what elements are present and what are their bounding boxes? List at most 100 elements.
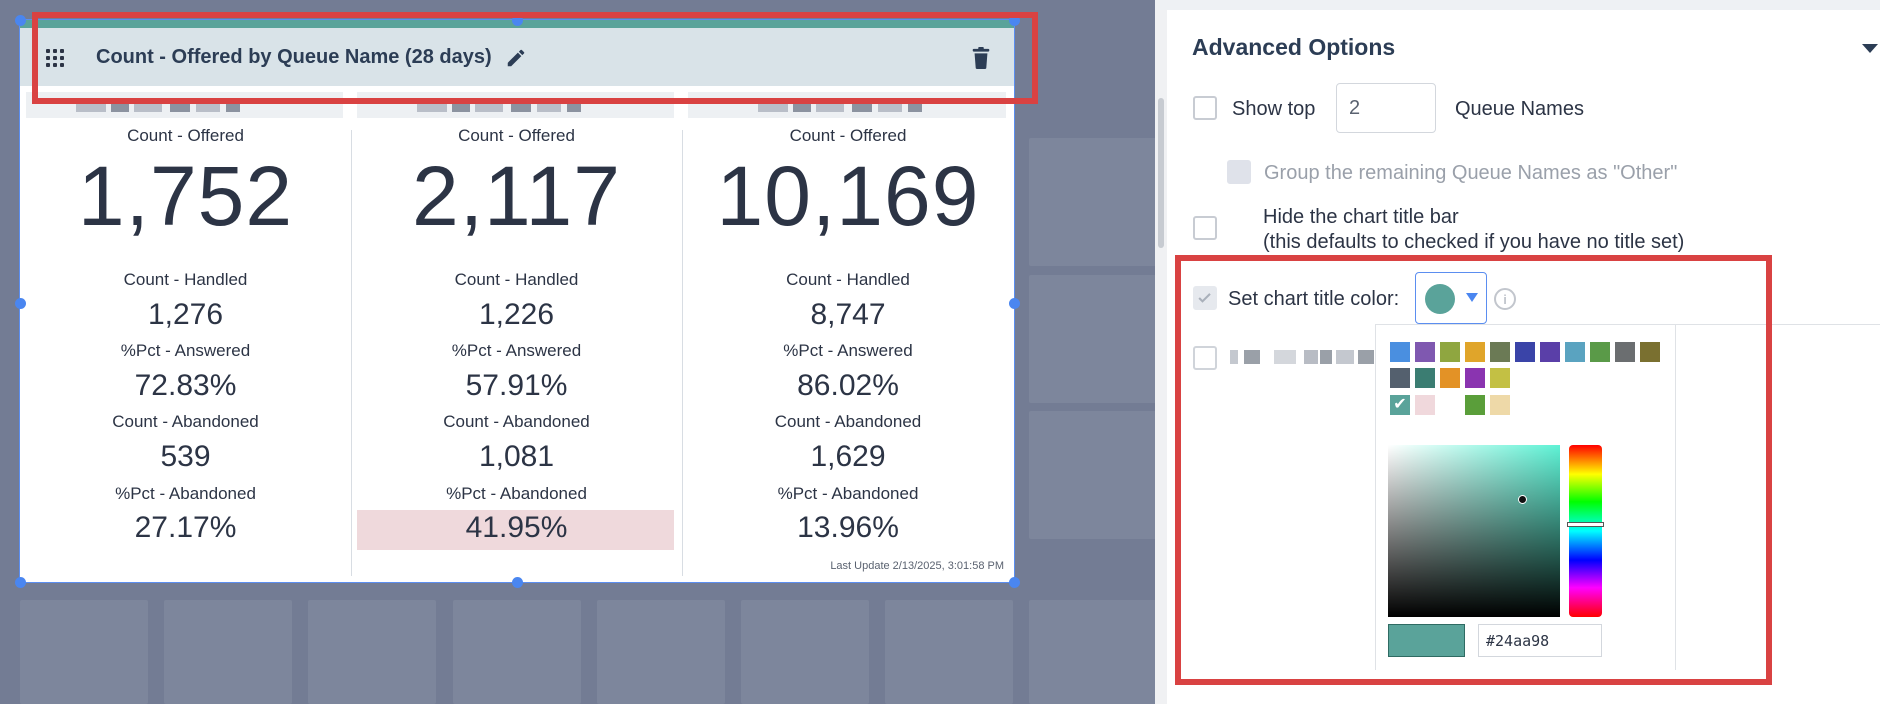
palette-swatch[interactable] bbox=[1465, 342, 1485, 362]
palette-swatch[interactable] bbox=[1490, 342, 1510, 362]
resize-handle[interactable] bbox=[1009, 15, 1020, 26]
pencil-icon[interactable] bbox=[505, 47, 527, 69]
metric-value: 1,226 bbox=[478, 298, 555, 331]
last-update-text: Last Update 2/13/2025, 3:01:58 PM bbox=[830, 560, 1004, 572]
metric-label: Count - Offered bbox=[458, 126, 575, 145]
metric-label: Count - Abandoned bbox=[443, 412, 590, 431]
widget-title-bar[interactable]: Count - Offered by Queue Name (28 days) bbox=[20, 28, 1014, 86]
resize-handle[interactable] bbox=[512, 577, 523, 588]
palette-swatch[interactable] bbox=[1490, 395, 1510, 415]
metric-value: 57.91% bbox=[465, 369, 568, 402]
queue-column: Count - Offered 2,117 Count - Handled 1,226… bbox=[351, 86, 682, 556]
hide-title-checkbox[interactable] bbox=[1193, 216, 1217, 240]
palette-swatch[interactable] bbox=[1390, 342, 1410, 362]
hide-title-note: (this defaults to checked if you have no… bbox=[1263, 231, 1685, 253]
palette-swatch[interactable] bbox=[1590, 342, 1610, 362]
panel-scrollbar[interactable] bbox=[1155, 10, 1167, 704]
queue-column: Count - Offered 10,169 Count - Handled 8,74… bbox=[682, 86, 1014, 556]
show-top-suffix: Queue Names bbox=[1455, 98, 1584, 120]
metric-big-value: 10,169 bbox=[716, 149, 980, 243]
panel-top-strip bbox=[1155, 0, 1880, 10]
grid-cell bbox=[308, 600, 436, 704]
queue-name-header bbox=[357, 92, 674, 118]
grid-cell bbox=[1029, 600, 1155, 704]
metric-big-value: 2,117 bbox=[412, 149, 621, 243]
metric-label: %Pct - Answered bbox=[783, 341, 913, 360]
info-icon[interactable]: i bbox=[1494, 288, 1516, 310]
palette-swatch[interactable] bbox=[1490, 368, 1510, 388]
metric-label: Count - Handled bbox=[454, 270, 579, 289]
saturation-value-area[interactable] bbox=[1388, 445, 1560, 617]
palette-swatch[interactable] bbox=[1515, 342, 1535, 362]
caret-down-icon bbox=[1466, 293, 1478, 302]
resize-handle[interactable] bbox=[512, 15, 523, 26]
hex-color-input[interactable] bbox=[1478, 624, 1602, 657]
section-title: Advanced Options bbox=[1192, 34, 1396, 60]
metric-value: 41.95% bbox=[465, 511, 568, 544]
resize-handle[interactable] bbox=[15, 577, 26, 588]
saturation-value-handle[interactable] bbox=[1518, 495, 1527, 504]
column-divider bbox=[351, 130, 352, 576]
grid-cell bbox=[20, 600, 148, 704]
grid-cell bbox=[741, 600, 869, 704]
palette-swatch-selected[interactable]: ✔ bbox=[1390, 395, 1410, 415]
drag-handle-icon[interactable] bbox=[46, 49, 64, 67]
palette-swatch[interactable] bbox=[1615, 342, 1635, 362]
color-dropdown-button[interactable] bbox=[1415, 272, 1487, 324]
resize-handle[interactable] bbox=[15, 15, 26, 26]
metric-value: 1,081 bbox=[478, 440, 555, 473]
selected-color-swatch bbox=[1425, 284, 1455, 314]
grid-cell bbox=[164, 600, 292, 704]
metric-label: %Pct - Answered bbox=[120, 341, 251, 360]
hue-slider-handle[interactable] bbox=[1567, 522, 1604, 527]
palette-swatch[interactable] bbox=[1390, 368, 1410, 388]
hue-slider[interactable] bbox=[1569, 445, 1602, 617]
metric-big-value: 1,752 bbox=[77, 149, 294, 243]
resize-handle[interactable] bbox=[15, 298, 26, 309]
grid-cell bbox=[885, 600, 1013, 704]
queue-name-header bbox=[26, 92, 343, 118]
metric-label: Count - Handled bbox=[786, 270, 910, 289]
metric-label: Count - Abandoned bbox=[112, 412, 259, 431]
show-top-input[interactable] bbox=[1336, 83, 1436, 133]
metric-value: 72.83% bbox=[134, 369, 237, 402]
metric-label: Count - Handled bbox=[123, 270, 248, 289]
queue-column: Count - Offered 1,752 Count - Handled 1,276… bbox=[20, 86, 351, 556]
resize-handle[interactable] bbox=[1009, 298, 1020, 309]
palette-swatch[interactable] bbox=[1415, 368, 1435, 388]
color-preview bbox=[1388, 624, 1465, 657]
queue-name-header bbox=[688, 92, 1006, 118]
palette-swatch[interactable] bbox=[1565, 342, 1585, 362]
check-icon bbox=[1198, 293, 1211, 303]
palette-swatch[interactable] bbox=[1440, 342, 1460, 362]
metric-value: 86.02% bbox=[797, 369, 899, 402]
palette-swatch[interactable] bbox=[1440, 368, 1460, 388]
show-top-checkbox[interactable] bbox=[1193, 96, 1217, 120]
show-top-label: Show top bbox=[1232, 98, 1316, 120]
metric-label: %Pct - Abandoned bbox=[446, 484, 587, 503]
metric-value: 1,276 bbox=[147, 298, 224, 331]
title-color-checkbox[interactable] bbox=[1193, 286, 1217, 310]
palette-swatch[interactable] bbox=[1415, 342, 1435, 362]
metric-label: %Pct - Abandoned bbox=[777, 484, 919, 503]
palette-swatch[interactable] bbox=[1465, 368, 1485, 388]
title-color-label: Set chart title color: bbox=[1228, 288, 1400, 310]
chevron-down-icon[interactable] bbox=[1862, 44, 1878, 53]
metric-value: 539 bbox=[160, 440, 211, 473]
chart-widget[interactable]: Last Update 2/13/2025, 3:01:58 PM Count … bbox=[20, 20, 1014, 582]
grid-cell bbox=[453, 600, 581, 704]
trash-icon[interactable] bbox=[970, 46, 992, 70]
metric-label: Count - Offered bbox=[127, 126, 244, 145]
hide-title-label: Hide the chart title bar bbox=[1263, 206, 1459, 228]
obscured-checkbox[interactable] bbox=[1193, 346, 1217, 370]
palette-swatch[interactable] bbox=[1640, 342, 1660, 362]
palette-swatch[interactable] bbox=[1465, 395, 1485, 415]
resize-handle[interactable] bbox=[1009, 577, 1020, 588]
metric-value: 27.17% bbox=[134, 511, 237, 544]
palette-swatch[interactable] bbox=[1415, 395, 1435, 415]
group-remaining-checkbox[interactable] bbox=[1227, 160, 1251, 184]
scrollbar-thumb[interactable] bbox=[1158, 98, 1164, 248]
palette-swatch[interactable] bbox=[1540, 342, 1560, 362]
grid-cell bbox=[597, 600, 725, 704]
widget-title: Count - Offered by Queue Name (28 days) bbox=[96, 46, 492, 68]
